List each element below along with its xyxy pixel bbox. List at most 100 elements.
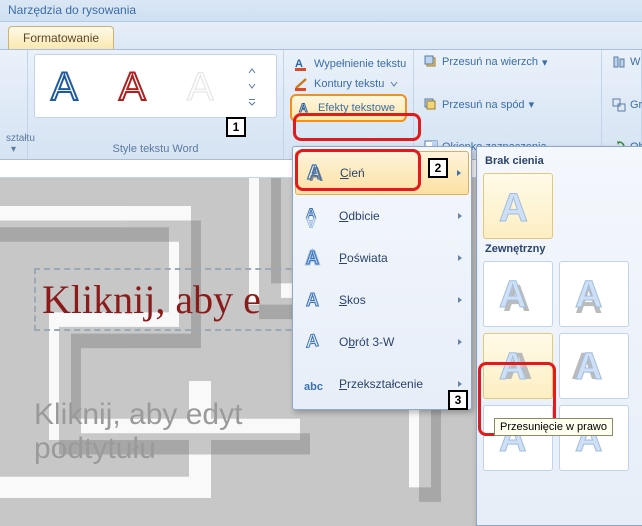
tooltip-text: Przesunięcie w prawo <box>500 421 607 433</box>
callout-2: 2 <box>428 158 448 178</box>
menu-item-reflection-label: Odbicie <box>339 209 380 223</box>
group-shape-styles-label: ształtu ▾ <box>6 133 21 155</box>
wordart-style-2[interactable]: A <box>107 59 171 113</box>
text-effects-button-wrapper: A Efekty tekstowe <box>290 94 407 122</box>
shadow-gallery-outer-header: Zewnętrzny <box>483 239 639 261</box>
bring-front-icon <box>424 55 438 69</box>
group-align: W Gr Ob <box>602 50 642 159</box>
svg-text:A: A <box>307 162 321 184</box>
submenu-arrow-icon <box>457 380 463 388</box>
shadow-option-outer-6[interactable]: A <box>559 405 629 471</box>
send-back-label: Przesuń na spód <box>442 99 525 111</box>
svg-text:A: A <box>306 248 319 268</box>
shadow-option-outer-4[interactable]: AA <box>559 333 629 399</box>
shadow-gallery-none-header: Brak cienia <box>483 151 639 173</box>
tooltip: Przesunięcie w prawo <box>494 418 613 436</box>
submenu-arrow-icon <box>457 212 463 220</box>
wordart-style-gallery[interactable]: A A A <box>34 54 277 118</box>
bring-front-label: Przesuń na wierzch <box>442 56 538 68</box>
send-back-icon <box>424 98 438 112</box>
group-shape-styles: ształtu ▾ <box>0 50 28 159</box>
submenu-arrow-icon <box>457 296 463 304</box>
menu-item-transform[interactable]: abc Przekształcenie <box>295 363 469 405</box>
align-icon <box>612 55 626 69</box>
text-outline-icon <box>294 76 310 92</box>
contextual-tab-title: Narzędzia do rysowania <box>0 0 642 22</box>
svg-text:A: A <box>299 101 308 115</box>
group-text-effects: A Wypełnienie tekstu Kontury tekstu A Ef… <box>284 50 414 159</box>
menu-item-glow-label: Poświata <box>339 251 388 265</box>
text-effects-icon: A <box>298 100 314 116</box>
callout-1: 1 <box>226 117 246 137</box>
submenu-arrow-icon <box>456 169 462 177</box>
send-to-back-button[interactable]: Przesuń na spód ▾ <box>420 97 595 113</box>
text-effects-button[interactable]: A Efekty tekstowe <box>294 98 403 118</box>
chevron-up-icon <box>248 67 256 75</box>
tab-formatting[interactable]: Formatowanie <box>8 26 114 49</box>
shadow-gallery: Brak cienia A Zewnętrzny AA AA AA AA A A <box>476 146 642 526</box>
bevel-effect-icon: A <box>303 287 329 313</box>
chevron-down-icon <box>248 82 256 90</box>
group-icon <box>612 98 626 112</box>
group-wordart-label: Style tekstu Word <box>34 143 277 155</box>
contextual-tab-title-text: Narzędzia do rysowania <box>8 3 136 17</box>
subtitle-line2: podtytułu <box>34 432 382 466</box>
svg-text:A: A <box>499 186 528 230</box>
shadow-option-outer-2[interactable]: AA <box>559 261 629 327</box>
text-effects-label: Efekty tekstowe <box>318 102 395 114</box>
svg-text:A: A <box>575 274 602 316</box>
chevron-down-icon <box>390 80 398 88</box>
svg-text:A: A <box>306 215 316 229</box>
wordart-gallery-more[interactable] <box>243 59 261 113</box>
svg-text:abc: abc <box>304 381 323 393</box>
tab-formatting-label: Formatowanie <box>23 31 99 45</box>
group-button[interactable]: Gr <box>608 97 635 113</box>
wordart-style-3[interactable]: A <box>175 59 239 113</box>
svg-text:A: A <box>187 65 214 108</box>
svg-text:A: A <box>306 330 319 352</box>
text-outline-button[interactable]: Kontury tekstu <box>290 74 407 94</box>
ribbon: ształtu ▾ A A A Style tekstu Word A Wype… <box>0 50 642 160</box>
callout-2-number: 2 <box>435 161 442 175</box>
text-outline-label: Kontury tekstu <box>314 78 384 90</box>
wordart-style-1[interactable]: A <box>39 59 103 113</box>
text-fill-label: Wypełnienie tekstu <box>314 58 406 70</box>
menu-item-bevel[interactable]: A Skos <box>295 279 469 321</box>
more-icon <box>248 98 256 106</box>
bring-to-front-button[interactable]: Przesuń na wierzch ▾ <box>420 54 595 70</box>
shadow-option-none[interactable]: A <box>483 173 553 239</box>
shadow-option-outer-3-hovered[interactable]: AA <box>483 333 553 399</box>
callout-3: 3 <box>448 390 468 410</box>
align-button[interactable]: W <box>608 54 635 70</box>
svg-text:A: A <box>575 346 602 388</box>
text-effects-menu: AA Cień AA Odbicie AA Poświata A Skos A … <box>292 146 472 410</box>
text-fill-icon: A <box>294 56 310 72</box>
group-btn-label: Gr <box>630 99 642 111</box>
callout-3-number: 3 <box>455 393 462 407</box>
shadow-option-outer-1[interactable]: AA <box>483 261 553 327</box>
svg-text:A: A <box>499 346 526 388</box>
menu-item-glow[interactable]: AA Poświata <box>295 237 469 279</box>
shadow-effect-icon: AA <box>304 160 330 186</box>
menu-item-3d-rotation[interactable]: A Obrót 3-W <box>295 321 469 363</box>
glow-effect-icon: AA <box>303 245 329 271</box>
ribbon-tabs: Formatowanie <box>0 22 642 50</box>
transform-effect-icon: abc <box>303 371 329 397</box>
svg-text:A: A <box>119 65 146 108</box>
menu-item-bevel-label: Skos <box>339 293 366 307</box>
text-fill-button[interactable]: A Wypełnienie tekstu <box>290 54 407 74</box>
svg-text:A: A <box>51 65 78 108</box>
shadow-option-outer-5[interactable]: A <box>483 405 553 471</box>
menu-item-3d-rotation-label: Obrót 3-W <box>339 335 394 349</box>
svg-text:A: A <box>306 290 319 310</box>
submenu-arrow-icon <box>457 338 463 346</box>
menu-item-shadow-label: Cień <box>340 166 365 180</box>
menu-item-reflection[interactable]: AA Odbicie <box>295 195 469 237</box>
svg-text:A: A <box>499 274 526 316</box>
group-wordart-styles: A A A Style tekstu Word <box>28 50 284 159</box>
reflection-effect-icon: AA <box>303 203 329 229</box>
submenu-arrow-icon <box>457 254 463 262</box>
callout-1-number: 1 <box>233 120 240 134</box>
align-label: W <box>630 56 640 68</box>
group-arrange: Przesuń na wierzch ▾ Przesuń na spód ▾ O… <box>414 50 602 159</box>
